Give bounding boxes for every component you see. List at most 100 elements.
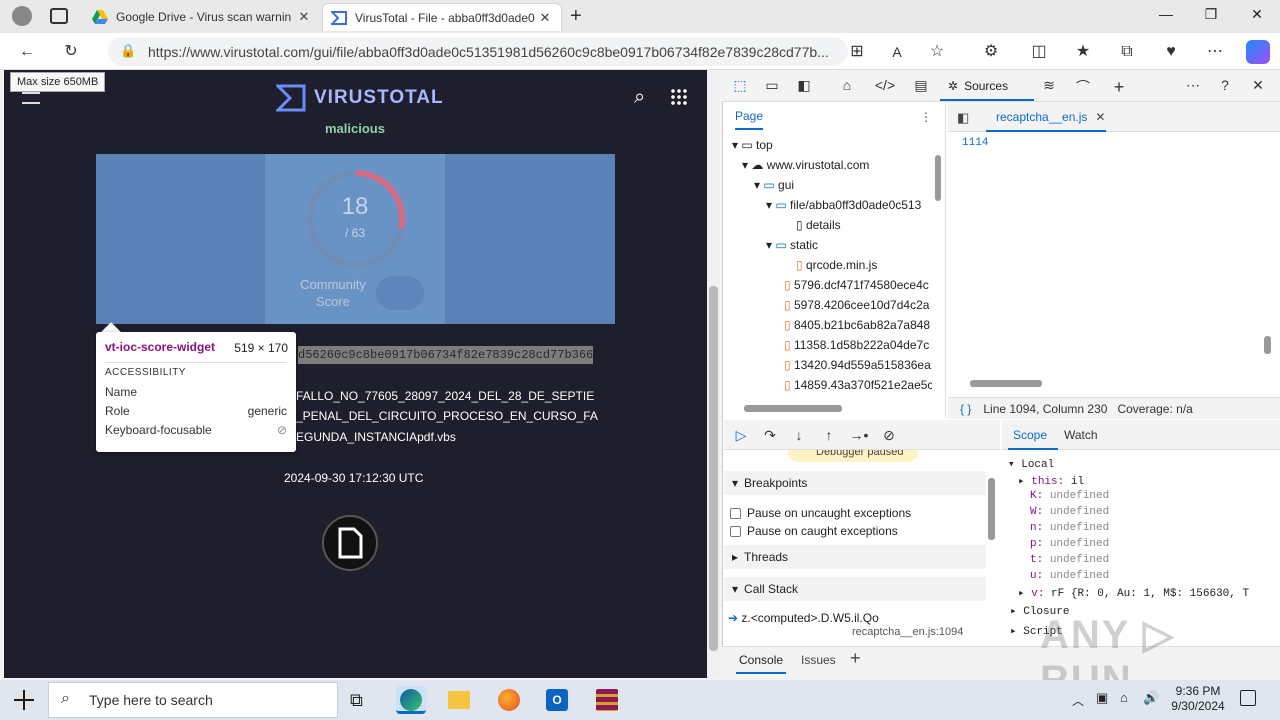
pause-caught-checkbox[interactable]: Pause on caught exceptions: [730, 524, 898, 538]
step-out-icon[interactable]: ↑: [818, 427, 840, 445]
search-icon[interactable]: ⌕: [634, 86, 645, 109]
tree-node[interactable]: ▯ 5796.dcf471f74580ece4c: [784, 278, 932, 292]
tree-node[interactable]: ▯ 14859.43a370f521e2ae5c: [784, 378, 932, 392]
scope-var[interactable]: ▸ this: il: [1018, 474, 1084, 488]
tab-virustotal[interactable]: VirusTotal - File - abba0ff3d0ade0 ✕: [322, 3, 562, 31]
navigator-h-scrollbar[interactable]: [744, 405, 842, 412]
dock-icon[interactable]: ◧: [793, 77, 815, 95]
tab-page[interactable]: Page: [735, 109, 763, 123]
step-icon[interactable]: →•: [848, 427, 870, 445]
page-scrollbar-thumb[interactable]: [709, 286, 718, 651]
callstack-section[interactable]: ▾ Call Stack: [724, 577, 986, 601]
copilot-icon[interactable]: [1246, 40, 1270, 64]
editor-h-scrollbar[interactable]: [970, 380, 1042, 387]
tree-node[interactable]: ▯ 5978.4206cee10d7d4c2a: [784, 298, 932, 312]
file-explorer-icon[interactable]: [444, 686, 474, 714]
wifi-tray-icon[interactable]: ⌂: [1120, 690, 1128, 705]
network-icon[interactable]: ≋: [1038, 77, 1060, 95]
elements-icon[interactable]: </>: [874, 77, 896, 95]
tree-node[interactable]: ▾ ▭ static: [766, 238, 974, 252]
split-screen-icon[interactable]: ◫: [1028, 41, 1050, 63]
tree-node[interactable]: ▾ ☁ www.virustotal.com: [742, 158, 950, 172]
tab-sources[interactable]: ✲ Sources: [940, 72, 1034, 101]
favorites-icon[interactable]: ★: [1072, 41, 1094, 63]
deactivate-breakpoints-icon[interactable]: ⊘: [878, 427, 900, 445]
inspect-element-icon[interactable]: ⬚: [729, 77, 751, 95]
tab-actions-icon[interactable]: [50, 8, 68, 24]
winrar-icon[interactable]: [592, 686, 622, 714]
editor-v-scrollbar[interactable]: [1264, 336, 1271, 354]
back-icon[interactable]: ←: [16, 41, 38, 63]
help-icon[interactable]: ?: [1214, 77, 1236, 95]
profile-avatar[interactable]: [12, 6, 32, 26]
console-icon[interactable]: ▤: [910, 77, 932, 95]
window-close-button[interactable]: ✕: [1243, 6, 1271, 26]
extensions-icon[interactable]: ⚙: [980, 41, 1002, 63]
taskbar-search[interactable]: ⌕ Type here to search: [48, 682, 338, 718]
step-into-icon[interactable]: ↓: [788, 427, 810, 445]
tab-google-drive[interactable]: Google Drive - Virus scan warnin ✕: [84, 3, 320, 31]
scope-var[interactable]: ▸ v: rF {R: 0, Au: 1, M$: 156630, T: [1018, 586, 1262, 600]
editor-tab-recaptcha[interactable]: recaptcha__en.js ✕: [986, 104, 1106, 132]
tab-issues[interactable]: Issues: [801, 653, 836, 667]
tree-node[interactable]: ▯ details: [796, 218, 1004, 232]
threads-section[interactable]: ▸ Threads: [724, 545, 986, 569]
notifications-icon[interactable]: [1240, 690, 1256, 706]
tree-node[interactable]: ▯ 11358.1d58b222a04de7c: [784, 338, 932, 352]
tree-node[interactable]: ▾ ▭ gui: [754, 178, 962, 192]
refresh-icon[interactable]: ↻: [60, 41, 82, 63]
apps-grid-icon[interactable]: [670, 88, 688, 106]
url-field[interactable]: 🔒 https://www.virustotal.com/gui/file/ab…: [108, 37, 848, 66]
more-menu-icon[interactable]: ⋯: [1204, 41, 1226, 63]
call-frame-location[interactable]: recaptcha__en.js:1094: [852, 626, 963, 638]
show-hidden-icons[interactable]: ︿: [1072, 692, 1084, 709]
outlook-icon[interactable]: O: [542, 686, 572, 714]
close-devtools-icon[interactable]: ✕: [1247, 77, 1269, 95]
call-frame[interactable]: ➔ z.<computed>.D.W5.il.Qo: [728, 611, 879, 625]
new-tab-button[interactable]: +: [570, 5, 582, 28]
breakpoints-section[interactable]: ▾ Breakpoints: [724, 471, 986, 495]
devtools-menu-icon[interactable]: ⋯: [1182, 77, 1204, 95]
clock[interactable]: 9:36 PM 9/30/2024: [1168, 684, 1228, 714]
favorite-star-icon[interactable]: ☆: [926, 41, 948, 63]
task-view-icon[interactable]: ⧉: [350, 690, 363, 711]
read-aloud-icon[interactable]: A: [886, 41, 908, 63]
scope-local[interactable]: ▾ Local: [1008, 457, 1054, 471]
windows-start-icon[interactable]: [14, 690, 34, 710]
device-toolbar-icon[interactable]: ▭: [761, 77, 783, 95]
tab-watch[interactable]: Watch: [1064, 428, 1098, 442]
navigator-scrollbar[interactable]: [935, 155, 941, 201]
tree-node[interactable]: ▯ qrcode.min.js: [796, 258, 1004, 272]
pause-uncaught-checkbox[interactable]: Pause on uncaught exceptions: [730, 506, 911, 520]
performance-icon[interactable]: ⌒: [1072, 77, 1094, 95]
firefox-icon[interactable]: [494, 686, 524, 714]
tab-scope[interactable]: Scope: [1013, 428, 1047, 442]
file-hash[interactable]: d56260c9c8be0917b06734f82e7839c28cd77b36…: [298, 346, 594, 364]
tree-node[interactable]: ▯ 8405.b21bc6ab82a7a848: [784, 318, 932, 332]
network-tray-icon[interactable]: ▣: [1096, 690, 1108, 706]
debug-sidebar-scrollbar[interactable]: [988, 478, 995, 540]
volume-icon[interactable]: 🔊: [1143, 690, 1159, 706]
resume-icon[interactable]: ▷: [730, 427, 752, 445]
restore-button[interactable]: ❐: [1197, 6, 1225, 26]
step-over-icon[interactable]: ↷: [759, 427, 781, 445]
navigator-menu-icon[interactable]: ⋮: [920, 110, 932, 124]
apps-icon[interactable]: ⊞: [846, 41, 868, 63]
edge-taskbar-icon[interactable]: [396, 686, 426, 714]
tree-node[interactable]: ▾ ▭ file/abba0ff3d0ade0c513: [766, 198, 934, 212]
tree-node[interactable]: ▯ 13420.94d559a515836ea:: [784, 358, 932, 372]
minimize-button[interactable]: —: [1152, 6, 1180, 26]
tab-console[interactable]: Console: [739, 653, 783, 667]
performance-icon[interactable]: ♥: [1160, 41, 1182, 63]
virustotal-logo[interactable]: VIRUSTOTAL: [276, 84, 444, 112]
collections-icon[interactable]: ⧉: [1116, 41, 1138, 63]
close-tab-icon[interactable]: ✕: [296, 9, 312, 25]
welcome-home-icon[interactable]: ⌂: [836, 77, 858, 95]
hamburger-menu-icon[interactable]: [22, 92, 40, 104]
more-tools-icon[interactable]: +: [1108, 77, 1130, 97]
pretty-print-icon[interactable]: { }: [960, 402, 971, 416]
close-tab-icon[interactable]: ✕: [537, 10, 553, 26]
tree-node[interactable]: ▾ ▭ top: [732, 138, 940, 152]
toggle-navigator-icon[interactable]: ◧: [957, 110, 969, 126]
add-drawer-tab-icon[interactable]: +: [850, 648, 861, 669]
